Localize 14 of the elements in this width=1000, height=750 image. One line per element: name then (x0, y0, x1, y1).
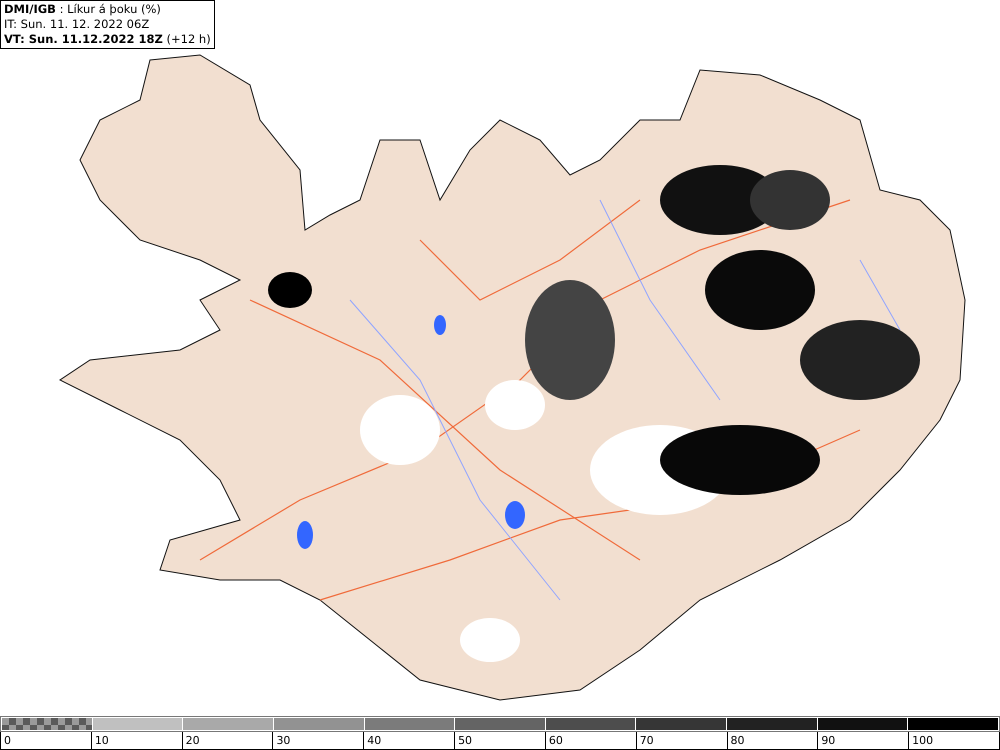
scale-label: 50 (454, 732, 545, 749)
scale-label: 20 (182, 732, 272, 749)
scale-label: 10 (90, 732, 182, 749)
scale-label: 90 (817, 732, 908, 749)
scale-label: 70 (636, 732, 726, 749)
scale-label: 40 (363, 732, 454, 749)
scale-label: 80 (726, 732, 818, 749)
scale-label: 30 (272, 732, 364, 749)
map-title: DMI/IGB : Líkur á þoku (%) (4, 2, 162, 17)
scale-label: 60 (544, 732, 636, 749)
valid-time: VT: Sun. 11.12.2022 18Z (+12 h) (4, 32, 211, 47)
scale-label: 0 (3, 733, 12, 749)
scale-label: 100 (908, 732, 999, 749)
issue-time: IT: Sun. 11. 12. 2022 06Z (4, 17, 150, 32)
